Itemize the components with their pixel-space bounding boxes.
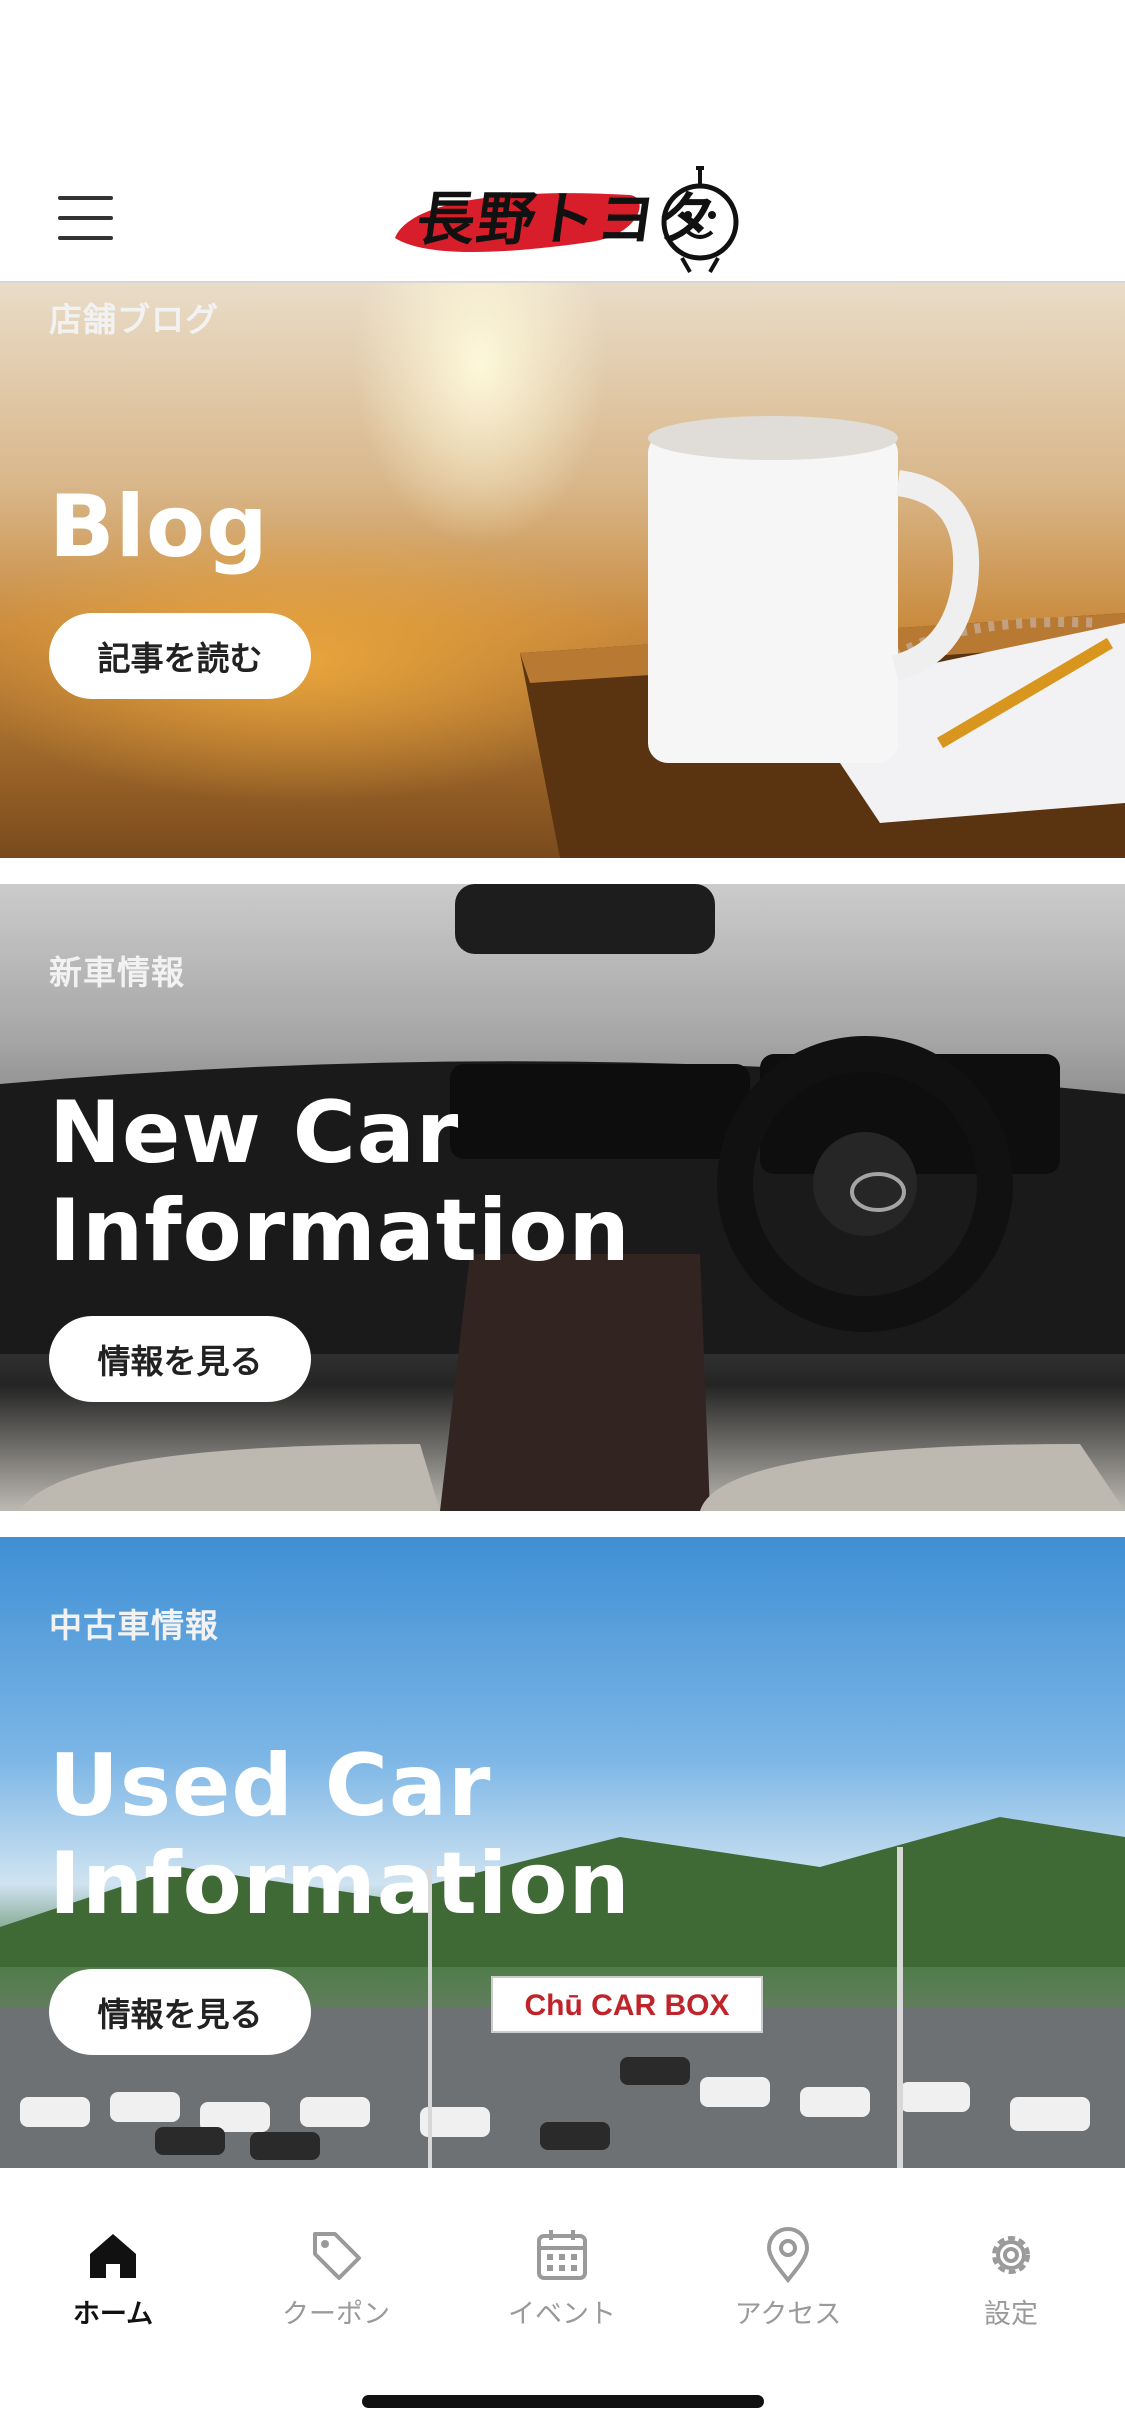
tab-label: イベント bbox=[508, 2299, 616, 2330]
blog-category-label: 店舗ブログ bbox=[49, 300, 219, 339]
new-car-headline-line: Information bbox=[49, 1181, 631, 1281]
new-car-headline: New Car Information bbox=[49, 1084, 631, 1280]
read-article-button[interactable]: 記事を読む bbox=[49, 613, 311, 699]
calendar-icon bbox=[537, 2230, 587, 2280]
used-car-info-button[interactable]: 情報を見る bbox=[49, 1969, 311, 2055]
blog-headline-line: Blog bbox=[49, 477, 269, 577]
tab-event[interactable]: イベント bbox=[462, 2226, 662, 2346]
used-car-headline: Used Car Information bbox=[49, 1737, 631, 1933]
map-pin-icon bbox=[766, 2227, 810, 2284]
tab-label: ホーム bbox=[72, 2299, 154, 2330]
used-car-category-label: 中古車情報 bbox=[49, 1606, 219, 1645]
new-car-category-label: 新車情報 bbox=[49, 953, 185, 992]
app-header: 長野トヨタ bbox=[0, 0, 1125, 283]
tab-coupon[interactable]: クーポン bbox=[236, 2226, 436, 2346]
tab-home[interactable]: ホーム bbox=[13, 2226, 213, 2346]
home-indicator[interactable] bbox=[362, 2395, 764, 2408]
lot-sign-text: Chū CAR BOX bbox=[525, 1989, 730, 2022]
used-car-headline-line: Used Car bbox=[49, 1736, 492, 1836]
menu-line bbox=[58, 236, 113, 240]
tab-access[interactable]: アクセス bbox=[688, 2226, 888, 2346]
tab-label: クーポン bbox=[282, 2299, 390, 2330]
blog-headline: Blog bbox=[49, 478, 269, 576]
menu-button[interactable] bbox=[58, 196, 113, 240]
home-icon bbox=[90, 2234, 136, 2278]
logo-text: 長野トヨタ bbox=[412, 185, 723, 253]
new-car-info-button[interactable]: 情報を見る bbox=[49, 1316, 311, 1402]
tab-label: アクセス bbox=[734, 2299, 842, 2330]
used-car-headline-line: Information bbox=[49, 1834, 631, 1934]
blog-panel[interactable]: 店舗ブログ Blog 記事を読む bbox=[0, 283, 1125, 858]
tab-label: 設定 bbox=[984, 2299, 1038, 2330]
menu-line bbox=[58, 196, 113, 200]
menu-line bbox=[58, 216, 113, 220]
new-car-headline-line: New Car bbox=[49, 1083, 460, 1183]
new-car-panel[interactable]: 新車情報 New Car Information 情報を見る bbox=[0, 884, 1125, 1511]
brand-logo: 長野トヨタ bbox=[390, 160, 750, 275]
tab-settings[interactable]: 設定 bbox=[911, 2226, 1111, 2346]
gear-icon bbox=[992, 2236, 1030, 2274]
tag-icon bbox=[313, 2232, 361, 2280]
used-car-panel[interactable]: Chū CAR BOX 中古車情報 Used Car Information 情… bbox=[0, 1537, 1125, 2168]
